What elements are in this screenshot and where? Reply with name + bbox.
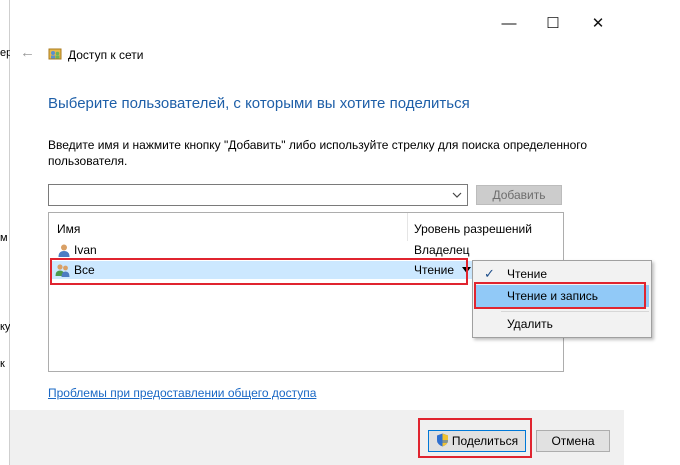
network-share-icon [48,48,62,60]
maximize-button[interactable]: ☐ [530,0,576,46]
table-row[interactable]: Ivan Владелец [50,241,562,259]
background-text: ер [0,47,10,59]
column-header-name[interactable]: Имя [57,222,80,236]
cancel-button[interactable]: Отмена [536,430,610,452]
user-name-combobox[interactable] [48,184,468,206]
user-name-input[interactable] [49,185,457,205]
instructions-text: Введите имя и нажмите кнопку "Добавить" … [48,138,588,168]
background-text: к [0,358,5,370]
menu-item-label: Удалить [507,317,553,331]
close-icon: ✕ [591,15,605,32]
maximize-icon: ☐ [546,15,560,32]
minimize-button[interactable]: — [486,0,532,46]
user-icon [58,244,70,257]
highlight-frame [418,418,532,458]
window-title: Доступ к сети [68,48,144,62]
user-name: Ivan [74,243,97,257]
highlight-frame [474,282,646,309]
menu-separator [501,311,649,312]
column-divider[interactable] [407,213,408,241]
background-text: м [0,232,8,244]
menu-item-remove[interactable]: Удалить [475,313,649,335]
highlight-frame [50,258,468,285]
back-arrow-icon[interactable]: ← [20,44,35,62]
close-button[interactable]: ✕ [575,0,621,46]
sharing-problems-link[interactable]: Проблемы при предоставлении общего досту… [48,386,316,400]
column-header-permission[interactable]: Уровень разрешений [414,222,532,236]
add-button[interactable]: Добавить [476,185,562,205]
chevron-down-icon[interactable] [451,187,463,203]
background-text: ку [0,321,10,333]
minimize-icon: — [501,14,517,32]
page-title: Выберите пользователей, с которыми вы хо… [48,95,470,112]
permission-level: Владелец [414,243,470,257]
